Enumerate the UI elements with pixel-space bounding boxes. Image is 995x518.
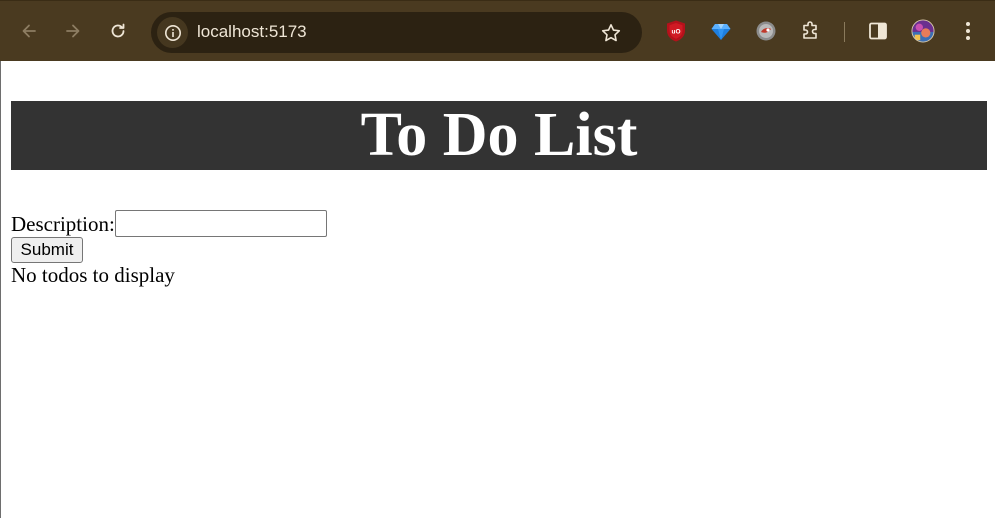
extensions-button[interactable]: [799, 18, 823, 44]
todo-form: Description:: [11, 210, 327, 237]
back-button[interactable]: [13, 15, 45, 47]
star-icon: [601, 24, 621, 42]
app-header: To Do List: [11, 101, 987, 170]
empty-state-message: No todos to display: [11, 263, 175, 287]
chrome-menu-button[interactable]: [956, 18, 980, 44]
side-panel-button[interactable]: [866, 18, 890, 44]
forward-button[interactable]: [57, 15, 89, 47]
ublock-origin-icon: uO: [667, 20, 685, 42]
toolbar-divider: [844, 22, 845, 42]
submit-button[interactable]: Submit: [11, 237, 83, 263]
page-content: To Do List Description: Submit No todos …: [0, 61, 995, 518]
reload-button[interactable]: [102, 15, 134, 47]
description-label: Description:: [11, 211, 115, 236]
info-icon: [164, 24, 181, 41]
puzzle-icon: [803, 21, 817, 39]
gem-icon: [711, 24, 731, 40]
bookmark-button[interactable]: [598, 20, 624, 46]
avatar: [911, 19, 935, 43]
description-input[interactable]: [114, 210, 327, 237]
url-text[interactable]: localhost:5173: [197, 22, 307, 42]
kebab-menu-icon: [966, 22, 970, 40]
extension-circle-icon: [756, 21, 776, 41]
profile-button[interactable]: [911, 18, 935, 44]
svg-text:uO: uO: [671, 29, 680, 36]
address-bar[interactable]: localhost:5173: [151, 12, 642, 53]
back-arrow-icon: [22, 24, 36, 38]
circle-extension-button[interactable]: [754, 18, 778, 44]
ublock-extension-button[interactable]: uO: [664, 18, 688, 44]
page-title: To Do List: [360, 101, 638, 169]
gem-extension-button[interactable]: [709, 18, 733, 44]
forward-arrow-icon: [66, 24, 80, 38]
side-panel-icon: [869, 22, 887, 40]
browser-toolbar: localhost:5173 uO: [0, 0, 995, 61]
reload-icon: [111, 23, 125, 38]
site-info-button[interactable]: [157, 17, 188, 48]
